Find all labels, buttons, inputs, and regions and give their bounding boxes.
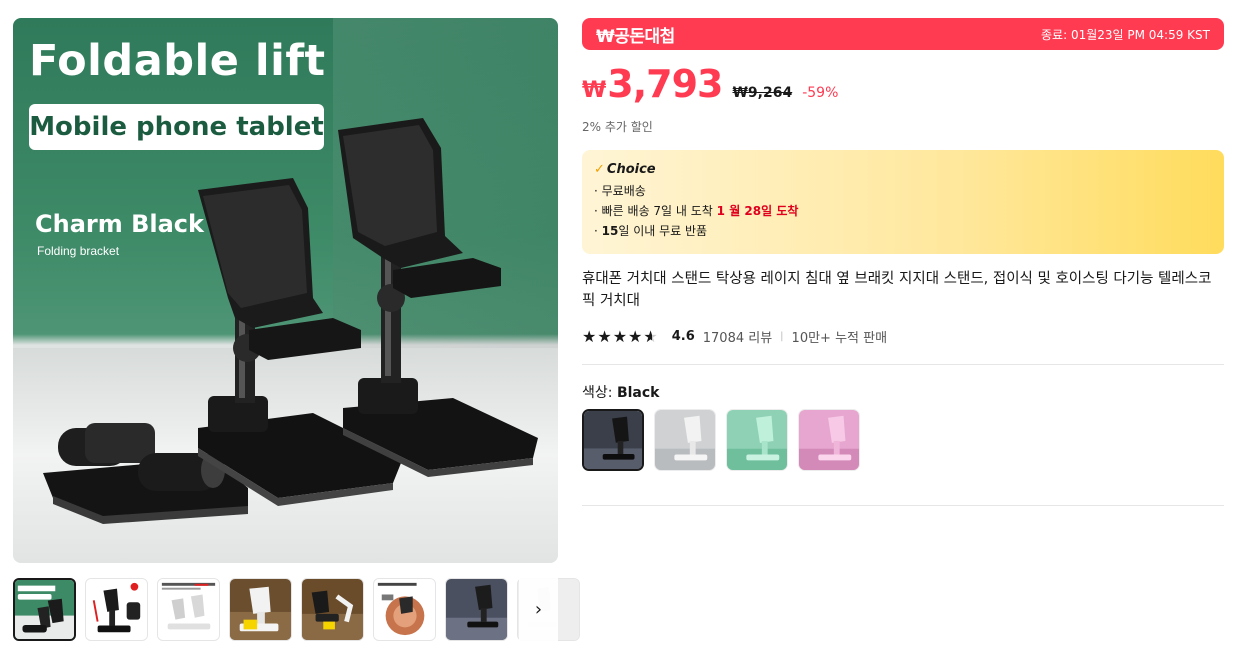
rating-score: 4.6 xyxy=(671,329,695,344)
thumbnail-1[interactable] xyxy=(13,578,76,641)
swatch-black[interactable] xyxy=(582,409,644,471)
choice-benefits-box: ✓ Choice · 무료배송 · 빠른 배송 7일 내 도착 1 월 28일 … xyxy=(582,150,1224,254)
swatch-white[interactable] xyxy=(654,409,716,471)
benefit-fast-delivery: · 빠른 배송 7일 내 도착 1 월 28일 도착 xyxy=(594,201,1212,221)
color-label: 색상: Black xyxy=(582,382,659,402)
divider xyxy=(582,364,1224,365)
thumbnail-5[interactable] xyxy=(301,578,364,641)
sold-count: 10만+ 누적 판매 xyxy=(791,331,888,346)
half-star-icon: ★ xyxy=(643,327,658,346)
thumbnail-7[interactable] xyxy=(445,578,508,641)
star-icon: ★ xyxy=(612,327,628,346)
thumbnail-6[interactable] xyxy=(373,578,436,641)
choice-title: ✓ Choice xyxy=(594,162,1212,177)
deal-banner: ₩공돈대첩 종료: 01월23일 PM 04:59 KST xyxy=(582,18,1224,50)
currency-symbol: ₩ xyxy=(582,78,606,103)
star-icon: ★ xyxy=(628,327,643,346)
rating-row[interactable]: ★ ★ ★ ★ ★ 4.6 17084 리뷰 | 10만+ 누적 판매 xyxy=(582,327,887,346)
divider xyxy=(582,505,1224,506)
thumbnail-2[interactable] xyxy=(85,578,148,641)
phone-stand-illustration xyxy=(43,118,538,524)
benefit-free-shipping: · 무료배송 xyxy=(594,184,646,198)
separator: | xyxy=(780,331,784,342)
swatch-green[interactable] xyxy=(726,409,788,471)
image-pill-label: Mobile phone tablet xyxy=(29,104,324,150)
choice-label: Choice xyxy=(606,162,656,177)
chevron-right-icon[interactable]: › xyxy=(519,578,558,641)
color-swatches xyxy=(582,409,860,471)
thumbnail-4[interactable] xyxy=(229,578,292,641)
deal-end-time: 종료: 01월23일 PM 04:59 KST xyxy=(1041,27,1210,42)
deal-logo: ₩공돈대첩 xyxy=(596,26,675,47)
color-label-prefix: 색상: xyxy=(582,385,617,401)
thumbnail-strip: › xyxy=(13,578,580,644)
image-headline: Foldable lift xyxy=(29,36,326,86)
thumbnail-3[interactable] xyxy=(157,578,220,641)
fast-delivery-text: · 빠른 배송 7일 내 도착 xyxy=(594,204,717,218)
current-price: ₩3,793 xyxy=(582,62,723,106)
free-returns-text: 일 이내 무료 반품 xyxy=(618,224,708,238)
return-days: 15 xyxy=(601,224,619,238)
star-icon: ★ xyxy=(582,327,597,346)
product-title: 휴대폰 거치대 스탠드 탁상용 레이지 침대 옆 브래킷 지지대 스탠드, 접이… xyxy=(582,271,1212,309)
extra-discount: 2% 추가 할인 xyxy=(582,120,653,134)
original-price: ₩9,264 xyxy=(732,85,793,101)
selected-color-name: Black xyxy=(616,385,660,401)
delivery-date: 1 월 28일 도착 xyxy=(716,204,799,218)
swatch-pink[interactable] xyxy=(798,409,860,471)
image-subtitle: Folding bracket xyxy=(37,244,120,258)
review-count[interactable]: 17084 리뷰 xyxy=(703,327,772,346)
check-icon: ✓ xyxy=(594,162,605,177)
image-color-name: Charm Black xyxy=(35,210,204,238)
main-product-image[interactable]: Foldable lift Mobile phone tablet Charm … xyxy=(13,18,558,563)
rear-stand xyxy=(338,118,538,477)
discount-percent: -59% xyxy=(802,85,839,101)
current-price-value: 3,793 xyxy=(607,62,723,106)
price-row: ₩3,793 ₩9,264 -59% xyxy=(582,62,838,106)
rating-stars: ★ ★ ★ ★ ★ xyxy=(582,327,658,346)
star-icon: ★ xyxy=(597,327,612,346)
benefit-free-returns: · 15일 이내 무료 반품 xyxy=(594,224,708,238)
